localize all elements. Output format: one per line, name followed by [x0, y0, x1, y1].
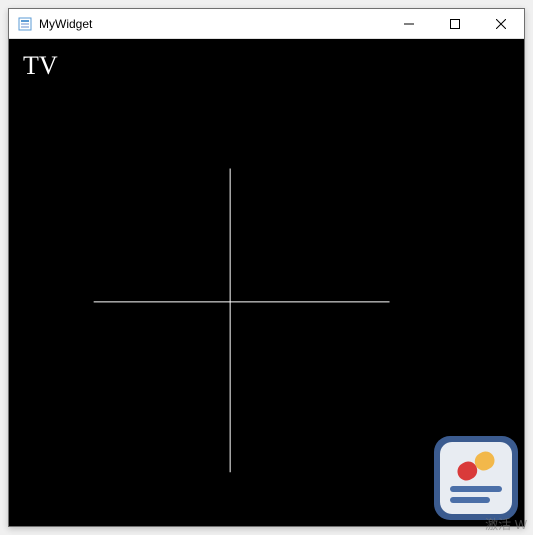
activation-watermark: 激活 W [485, 514, 527, 533]
pill-app-icon [428, 430, 524, 526]
minimize-button[interactable] [386, 9, 432, 38]
application-window: MyWidget TV [8, 8, 525, 527]
app-icon [17, 16, 33, 32]
window-controls [386, 9, 524, 38]
tv-label: TV [23, 51, 58, 81]
canvas-area[interactable]: TV [9, 39, 524, 526]
titlebar[interactable]: MyWidget [9, 9, 524, 39]
maximize-button[interactable] [432, 9, 478, 38]
window-title: MyWidget [39, 17, 386, 31]
close-button[interactable] [478, 9, 524, 38]
